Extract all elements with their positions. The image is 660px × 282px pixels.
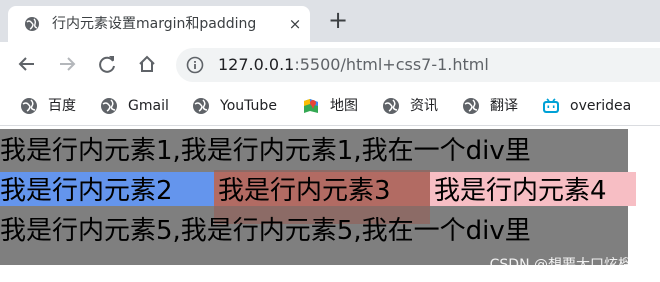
- globe-icon: [463, 98, 479, 114]
- inline-span-4: 我是行内元素4: [434, 176, 607, 206]
- globe-icon: [383, 98, 399, 114]
- bookmark-translate[interactable]: 翻译: [462, 96, 524, 116]
- page-viewport: 我是行内元素1,我是行内元素1,我在一个div里 我是行内元素2 我是行内元素3…: [0, 126, 660, 282]
- bookmarks-bar: 百度 Gmail YouTube 地图 资讯 翻译 overidea: [0, 88, 660, 126]
- close-tab-icon[interactable]: ×: [286, 15, 304, 33]
- globe-icon: [25, 17, 39, 31]
- inline-line-3: 我是行内元素5,我是行内元素5,我在一个div里: [0, 216, 531, 246]
- site-info-icon[interactable]: [186, 56, 204, 74]
- home-icon[interactable]: [136, 53, 158, 75]
- bookmark-baidu[interactable]: 百度: [20, 96, 80, 116]
- globe-icon: [21, 98, 37, 114]
- inline-span-2: 我是行内元素2: [0, 176, 173, 206]
- url-text[interactable]: 127.0.0.1:5500/html+css7-1.html: [218, 55, 489, 75]
- browser-toolbar: 127.0.0.1:5500/html+css7-1.html: [0, 42, 660, 88]
- url-host: 127.0.0.1: [218, 55, 295, 74]
- inline-line-1: 我是行内元素1,我是行内元素1,我在一个div里: [0, 136, 531, 166]
- address-bar[interactable]: 127.0.0.1:5500/html+css7-1.html: [176, 48, 660, 82]
- browser-tab[interactable]: 行内元素设置margin和padding ×: [8, 6, 310, 42]
- tab-title: 行内元素设置margin和padding: [52, 16, 257, 32]
- inline-span-3: 我是行内元素3: [218, 176, 391, 206]
- tab-strip: 行内元素设置margin和padding × +: [0, 0, 660, 42]
- maps-icon: [304, 99, 318, 113]
- url-path: :5500/html+css7-1.html: [294, 55, 489, 74]
- bookmark-overidea[interactable]: overidea: [542, 96, 652, 116]
- forward-icon[interactable]: [56, 53, 78, 75]
- bookmark-news[interactable]: 资讯: [382, 96, 444, 116]
- bookmark-youtube[interactable]: YouTube: [192, 96, 284, 116]
- new-tab-button[interactable]: +: [326, 8, 350, 33]
- bilibili-icon: [543, 98, 559, 113]
- bookmark-maps[interactable]: 地图: [302, 96, 364, 116]
- globe-icon: [193, 98, 209, 114]
- globe-icon: [101, 98, 117, 114]
- csdn-watermark: CSDN @想要大口炫榴莲: [489, 257, 646, 273]
- bookmark-gmail[interactable]: Gmail: [100, 96, 174, 116]
- reload-icon[interactable]: [96, 53, 118, 75]
- back-icon[interactable]: [16, 53, 38, 75]
